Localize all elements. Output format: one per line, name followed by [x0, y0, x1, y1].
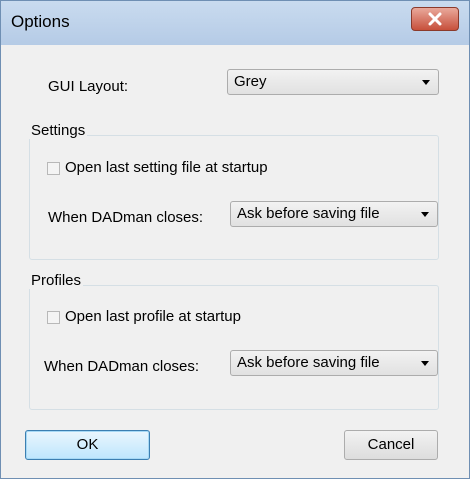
settings-group: [29, 135, 439, 260]
options-dialog: Options GUI Layout: Grey Settings Open l…: [0, 0, 470, 479]
profiles-close-value: Ask before saving file: [237, 354, 380, 371]
cancel-button[interactable]: Cancel: [344, 430, 438, 460]
settings-close-value: Ask before saving file: [237, 205, 380, 222]
dialog-title: Options: [11, 12, 70, 31]
open-last-setting-label: Open last setting file at startup: [65, 159, 268, 176]
settings-group-title: Settings: [29, 122, 88, 139]
profiles-close-select[interactable]: Ask before saving file: [230, 350, 438, 376]
dialog-body: GUI Layout: Grey Settings Open last sett…: [9, 45, 461, 470]
close-button[interactable]: [411, 7, 459, 31]
ok-button[interactable]: OK: [25, 430, 150, 460]
settings-close-label: When DADman closes:: [48, 209, 204, 226]
profiles-close-label: When DADman closes:: [44, 358, 200, 375]
open-last-setting-checkbox[interactable]: [47, 162, 60, 175]
chevron-down-icon: [421, 212, 429, 217]
settings-close-select[interactable]: Ask before saving file: [230, 201, 438, 227]
profiles-group: [29, 285, 439, 410]
gui-layout-label: GUI Layout:: [48, 78, 129, 95]
open-last-profile-checkbox[interactable]: [47, 311, 60, 324]
open-last-profile-label: Open last profile at startup: [65, 308, 241, 325]
gui-layout-select[interactable]: Grey: [227, 69, 439, 95]
chevron-down-icon: [422, 80, 430, 85]
profiles-group-title: Profiles: [29, 272, 84, 289]
close-icon: [428, 12, 442, 26]
title-bar[interactable]: Options: [1, 1, 469, 45]
gui-layout-value: Grey: [234, 73, 267, 90]
chevron-down-icon: [421, 361, 429, 366]
